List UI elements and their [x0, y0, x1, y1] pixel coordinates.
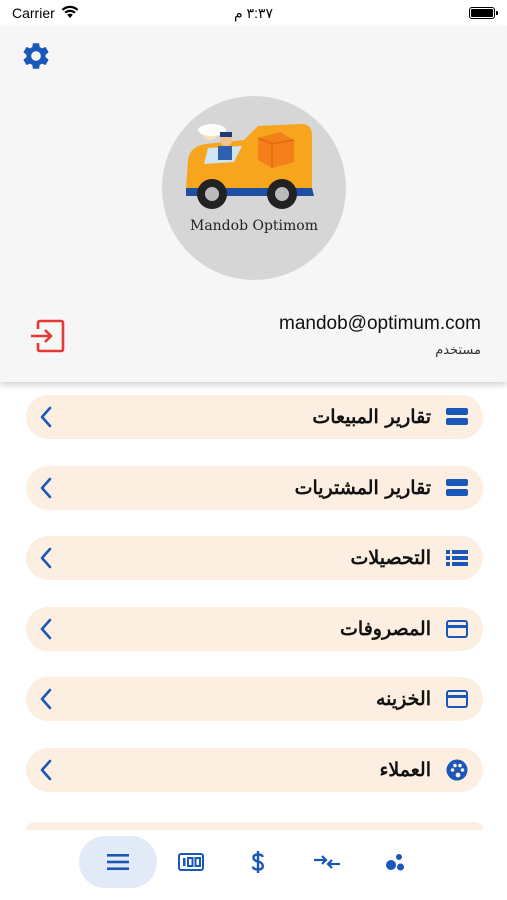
delivery-van-logo — [186, 124, 314, 209]
avatar: Mandob Optimom — [162, 96, 346, 280]
logout-button[interactable] — [28, 318, 66, 354]
menu-item-label: التحصيلات — [350, 547, 432, 569]
chevron-left-icon — [36, 617, 56, 641]
palette-icon — [445, 758, 469, 782]
battery-icon — [469, 7, 498, 19]
gear-icon — [23, 43, 49, 69]
avatar-caption: Mandob Optimom — [189, 218, 319, 234]
menu-item-label: الخزينه — [375, 688, 431, 710]
menu-item-collections[interactable]: التحصيلات — [26, 536, 483, 580]
menu-item-customers[interactable]: العملاء — [26, 748, 483, 792]
counter-icon — [178, 853, 204, 871]
storage-icon — [445, 476, 469, 500]
nav-menu-button[interactable] — [79, 836, 157, 888]
logout-icon — [31, 319, 65, 353]
menu-item-purchase-reports[interactable]: تقارير المشتريات — [26, 466, 483, 510]
menu-item-label: تقارير المبيعات — [312, 406, 431, 428]
status-left: Carrier — [12, 5, 79, 22]
user-role: مستخدم — [435, 343, 481, 358]
list-icon — [445, 546, 469, 570]
status-bar: Carrier ٣:٣٧ م — [0, 0, 507, 26]
nav-counter-button[interactable] — [176, 836, 206, 888]
chevron-left-icon — [36, 687, 56, 711]
settings-button[interactable] — [20, 40, 52, 72]
menu-item-treasury[interactable]: الخزينه — [26, 677, 483, 721]
credit-card-icon — [445, 687, 469, 711]
chevron-left-icon — [36, 405, 56, 429]
menu-item-label: العملاء — [379, 759, 432, 781]
menu-item-label: تقارير المشتريات — [294, 477, 431, 499]
nav-compare-button[interactable] — [313, 836, 341, 888]
menu-item-label: المصروفات — [340, 618, 431, 640]
wifi-icon — [61, 5, 79, 22]
chevron-left-icon — [36, 758, 56, 782]
chevron-left-icon — [36, 476, 56, 500]
profile-header: Mandob Optimom mandob@optimum.com مستخدم — [0, 26, 507, 382]
menu-item-expenses[interactable]: المصروفات — [26, 607, 483, 651]
user-email: mandob@optimum.com — [279, 313, 481, 334]
dollar-icon — [251, 851, 265, 873]
bottom-navigation — [0, 832, 507, 900]
carrier-label: Carrier — [12, 5, 55, 21]
menu-icon — [107, 854, 129, 870]
nav-dollar-button[interactable] — [246, 836, 270, 888]
menu-item-sales-reports[interactable]: تقارير المبيعات — [26, 395, 483, 439]
nav-bubbles-button[interactable] — [384, 836, 408, 888]
chevron-left-icon — [36, 546, 56, 570]
compare-arrows-icon — [314, 855, 340, 869]
credit-card-icon — [445, 617, 469, 641]
menu-item-partial — [26, 822, 483, 830]
bubbles-icon — [386, 854, 404, 871]
storage-icon — [445, 405, 469, 429]
